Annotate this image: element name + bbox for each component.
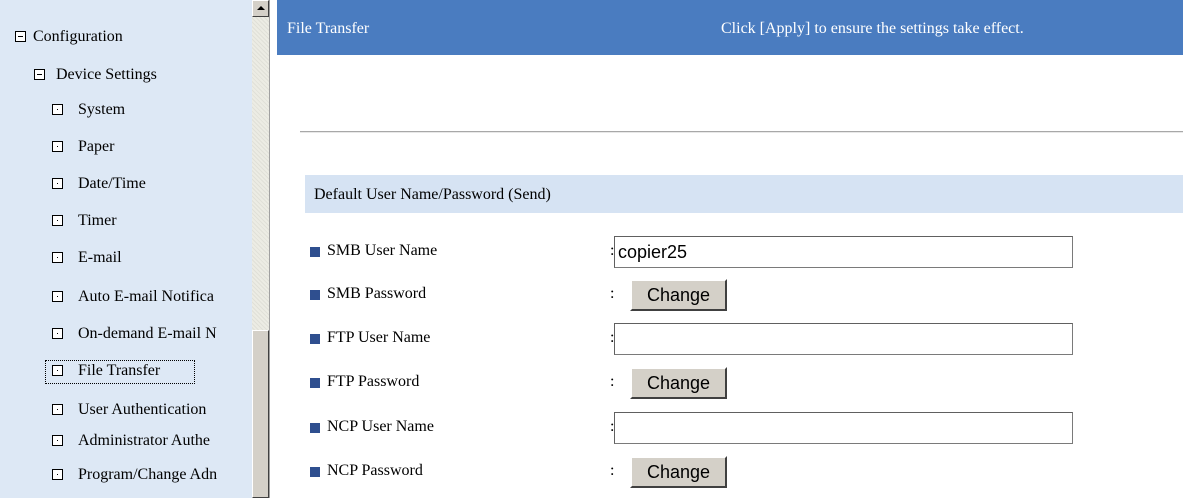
ftp-user-name-input[interactable] [614,323,1073,355]
tree-item-label: Device Settings [56,66,157,83]
tree-item-auto-email-notification[interactable]: Auto E-mail Notifica [0,284,250,310]
form-row-ftp-user-name: FTP User Name : [305,323,1183,355]
collapse-icon[interactable] [34,69,45,80]
smb-password-change-button[interactable]: Change [630,279,727,311]
main-content: File Transfer Click [Apply] to ensure th… [277,0,1183,498]
tree-item-program-change-admin[interactable]: Program/Change Adn [0,462,250,488]
nav-scrollbar[interactable] [252,0,269,498]
navigation-tree: Configuration Device Settings System Pap… [0,0,252,498]
tree-item-e-mail[interactable]: E-mail [0,245,250,271]
smb-user-name-input[interactable] [614,236,1073,268]
scroll-up-arrow-icon[interactable] [252,0,269,17]
ncp-password-change-button[interactable]: Change [630,456,727,488]
leaf-node-icon [52,252,63,263]
tree-item-configuration[interactable]: Configuration [0,24,250,50]
square-bullet-icon [310,423,320,433]
form-row-smb-user-name: SMB User Name : [305,236,1183,268]
apply-hint: Click [Apply] to ensure the settings tak… [721,20,1024,37]
frame-divider [269,0,277,498]
field-label: NCP User Name [327,418,434,435]
scroll-thumb[interactable] [252,330,269,498]
square-bullet-icon [310,467,320,477]
square-bullet-icon [310,378,320,388]
page-header: File Transfer Click [Apply] to ensure th… [277,0,1183,55]
tree-item-label: Paper [78,138,115,155]
tree-item-label: Auto E-mail Notifica [78,288,214,305]
tree-item-label: User Authentication [78,401,207,418]
tree-item-label: Program/Change Adn [78,466,218,483]
tree-item-paper[interactable]: Paper [0,134,250,160]
leaf-node-icon [52,141,63,152]
leaf-node-icon [52,435,63,446]
form-row-ncp-user-name: NCP User Name : [305,412,1183,444]
colon-separator: : [610,373,615,390]
leaf-node-icon [52,404,63,415]
tree-item-label: Timer [78,212,117,229]
field-label: FTP User Name [327,329,431,346]
leaf-node-icon [52,469,63,480]
ftp-password-change-button[interactable]: Change [630,367,727,399]
tree-item-system[interactable]: System [0,97,250,123]
section-header: Default User Name/Password (Send) [305,175,1183,213]
tree-item-label: System [78,101,126,118]
tree-item-label: E-mail [78,249,122,266]
tree-item-on-demand-email[interactable]: On-demand E-mail N [0,321,250,347]
tree-item-label: File Transfer [78,362,161,379]
leaf-node-icon [52,104,63,115]
form-row-smb-password: SMB Password : Change [305,279,1183,311]
tree-item-label: Administrator Authe [78,432,210,449]
square-bullet-icon [310,290,320,300]
tree-item-timer[interactable]: Timer [0,208,250,234]
tree-item-label: On-demand E-mail N [78,325,217,342]
tree-item-label: Date/Time [78,175,146,192]
field-label: SMB Password [327,285,427,302]
field-label: FTP Password [327,373,420,390]
colon-separator: : [610,462,615,479]
tree-item-administrator-authentication[interactable]: Administrator Authe [0,428,250,454]
tree-item-file-transfer[interactable]: File Transfer [0,358,250,384]
tree-item-user-authentication[interactable]: User Authentication [0,397,250,423]
field-label: NCP Password [327,462,423,479]
collapse-icon[interactable] [15,31,26,42]
leaf-node-icon [52,215,63,226]
leaf-node-icon [52,365,63,376]
form-row-ftp-password: FTP Password : Change [305,367,1183,399]
form-row-ncp-password: NCP Password : Change [305,456,1183,488]
leaf-node-icon [52,328,63,339]
square-bullet-icon [310,334,320,344]
page-title: File Transfer [287,20,370,37]
tree-item-device-settings[interactable]: Device Settings [0,62,250,88]
field-label: SMB User Name [327,242,438,259]
leaf-node-icon [52,291,63,302]
tree-item-date-time[interactable]: Date/Time [0,171,250,197]
ncp-user-name-input[interactable] [614,412,1073,444]
tree-item-label: Configuration [33,28,123,45]
section-title: Default User Name/Password (Send) [314,186,551,203]
divider [300,131,1183,133]
colon-separator: : [610,285,615,302]
square-bullet-icon [310,247,320,257]
leaf-node-icon [52,178,63,189]
